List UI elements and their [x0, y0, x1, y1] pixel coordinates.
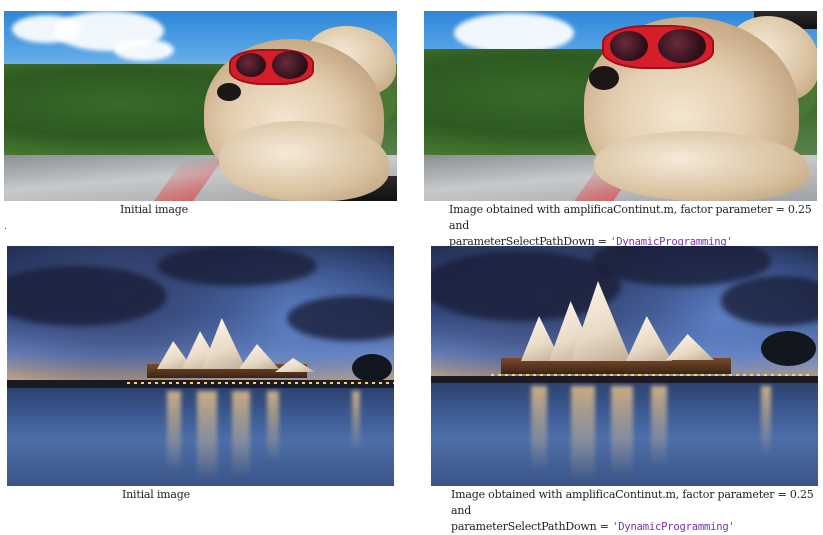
caption-line-2: parameterSelectPathDown = 'DynamicProgra…: [451, 519, 821, 535]
caption-code: 'DynamicProgramming': [612, 521, 735, 533]
dog-initial-image: [4, 11, 397, 201]
opera-amplified-caption: Image obtained with amplificaContinut.m,…: [451, 487, 821, 535]
caption-line-1: Image obtained with amplificaContinut.m,…: [449, 203, 812, 232]
dog-initial-caption: Initial image: [120, 203, 188, 216]
opera-initial-caption: Initial image: [122, 488, 190, 501]
opera-initial-image: [7, 246, 394, 486]
stray-dot: .: [4, 222, 7, 232]
caption-prefix: parameterSelectPathDown =: [451, 520, 613, 533]
dog-amplified-image: [424, 11, 817, 201]
dog-amplified-caption: Image obtained with amplificaContinut.m,…: [449, 202, 819, 250]
opera-amplified-image: [431, 246, 818, 486]
caption-line-1: Image obtained with amplificaContinut.m,…: [451, 488, 814, 517]
